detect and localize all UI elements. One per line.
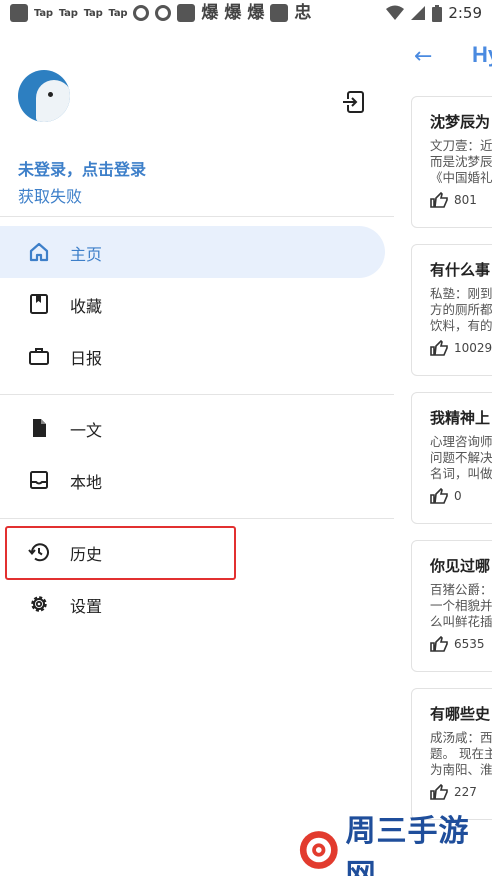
inbox-tray-icon	[30, 471, 48, 489]
login-icon[interactable]	[340, 89, 366, 115]
nav-item-daily[interactable]: 日报	[0, 330, 385, 382]
nav-item-one-article[interactable]: 一文	[0, 402, 385, 454]
card-title: 沈梦辰为	[430, 113, 491, 131]
vote-row: 227	[430, 784, 492, 800]
list-item[interactable]: 有什么事 私塾：刚到 方的厕所都 饮料，有的 10029	[411, 244, 492, 376]
vote-count: 227	[454, 785, 477, 799]
card-excerpt: 名词，叫做	[430, 466, 492, 481]
app-notification-icon	[10, 4, 28, 22]
vote-count: 10029	[454, 341, 492, 355]
login-prompt[interactable]: 未登录，点击登录	[18, 156, 146, 180]
nav-label: 收藏	[70, 297, 103, 316]
avatar[interactable]	[18, 70, 70, 122]
taptap-icon: Tap	[58, 7, 78, 19]
divider	[0, 394, 394, 395]
card-excerpt: 成汤咸：西	[430, 730, 492, 745]
vote-row: 801	[430, 192, 492, 208]
background-title: Hy	[472, 42, 492, 67]
status-bar: Tap Tap Tap Tap 爆 爆 爆 忠 2:59	[0, 0, 492, 28]
list-item[interactable]: 我精神上 心理咨询师 问题不解决 名词，叫做 0	[411, 392, 492, 524]
status-time: 2:59	[448, 4, 482, 22]
background-toolbar: ← Hy	[400, 40, 492, 76]
vote-count: 6535	[454, 637, 485, 651]
card-excerpt: 私塾：刚到	[430, 286, 492, 301]
home-icon	[29, 242, 49, 262]
navigation-drawer: 未登录，点击登录 获取失败 主页 收藏 日报 一文 本地 历史 设置	[0, 28, 394, 876]
vote-row: 0	[430, 488, 492, 504]
list-item[interactable]: 你见过哪 百猪公爵： 一个相貌并 么叫鲜花插 6535	[411, 540, 492, 672]
avatar-eye	[48, 92, 53, 97]
card-title: 有哪些史	[430, 705, 491, 723]
card-excerpt: 百猪公爵：	[430, 582, 492, 597]
avatar-bear	[36, 80, 70, 122]
thumbs-up-icon	[430, 636, 448, 652]
nav-label: 主页	[70, 245, 103, 264]
card-excerpt: 问题不解决	[430, 450, 492, 465]
nav-item-local[interactable]: 本地	[0, 454, 385, 506]
sync-icon	[133, 5, 150, 21]
document-icon	[33, 419, 46, 437]
card-excerpt: 饮料，有的	[430, 318, 492, 333]
card-excerpt: 方的厕所都	[430, 302, 492, 317]
card-excerpt: 《中国婚礼	[430, 170, 492, 185]
thumbs-up-icon	[430, 340, 448, 356]
vote-count: 0	[454, 489, 462, 503]
status-notifications: Tap Tap Tap Tap 爆 爆 爆 忠	[10, 4, 311, 22]
arrow-left-icon[interactable]: ←	[414, 44, 432, 69]
taptap-icon: Tap	[108, 7, 128, 19]
taptap-icon: Tap	[34, 7, 53, 19]
gear-icon	[31, 596, 47, 612]
nav-item-settings[interactable]: 设置	[0, 578, 385, 630]
taptap-icon: Tap	[83, 7, 103, 19]
list-item[interactable]: 沈梦辰为 文刀壹：近 而是沈梦辰 《中国婚礼 801	[411, 96, 492, 228]
watermark: 周三手游网	[294, 814, 492, 876]
app-glyph-icon: 爆	[224, 3, 242, 23]
card-excerpt: 么叫鲜花插	[430, 614, 492, 629]
thumbs-up-icon	[430, 488, 448, 504]
vote-row: 10029	[430, 340, 492, 356]
divider	[0, 216, 394, 217]
signal-icon	[411, 6, 426, 20]
watermark-text: 周三手游网	[345, 814, 470, 876]
sync-icon	[155, 5, 172, 21]
highlight-annotation	[5, 526, 236, 580]
card-excerpt: 而是沈梦辰	[430, 154, 492, 169]
card-title: 有什么事	[430, 261, 491, 279]
card-excerpt: 题。 现在主	[430, 746, 492, 761]
bookmark-book-icon	[30, 294, 48, 314]
status-system: 2:59	[386, 4, 482, 22]
nav-item-home[interactable]: 主页	[0, 226, 385, 278]
vote-count: 801	[454, 193, 477, 207]
thumbs-up-icon	[430, 192, 448, 208]
app-notification-icon	[270, 4, 289, 22]
card-excerpt: 为南阳、淮	[430, 762, 492, 777]
nav-item-favorites[interactable]: 收藏	[0, 278, 385, 330]
wifi-icon	[386, 5, 405, 20]
app-notification-icon	[177, 4, 196, 22]
card-excerpt: 一个相貌并	[430, 598, 492, 613]
nav-label: 本地	[70, 473, 103, 492]
nav-label: 设置	[70, 597, 103, 616]
screen: Tap Tap Tap Tap 爆 爆 爆 忠 2:59 ← Hy 沈梦辰为 文…	[0, 0, 492, 876]
watermark-logo-icon	[299, 831, 338, 869]
battery-icon	[432, 4, 443, 22]
card-title: 我精神上	[430, 409, 491, 427]
card-title: 你见过哪	[430, 557, 491, 575]
list-item[interactable]: 有哪些史 成汤咸：西 题。 现在主 为南阳、淮 227	[411, 688, 492, 820]
nav-label: 日报	[70, 349, 103, 368]
login-status: 获取失败	[18, 187, 83, 206]
vote-row: 6535	[430, 636, 492, 652]
card-excerpt: 心理咨询师	[430, 434, 492, 449]
app-glyph-icon: 爆	[201, 3, 219, 23]
briefcase-icon	[29, 348, 49, 365]
app-glyph-icon: 忠	[294, 3, 312, 23]
card-excerpt: 文刀壹：近	[430, 138, 492, 153]
divider	[0, 518, 394, 519]
nav-label: 一文	[70, 421, 103, 440]
thumbs-up-icon	[430, 784, 448, 800]
app-glyph-icon: 爆	[247, 3, 265, 23]
